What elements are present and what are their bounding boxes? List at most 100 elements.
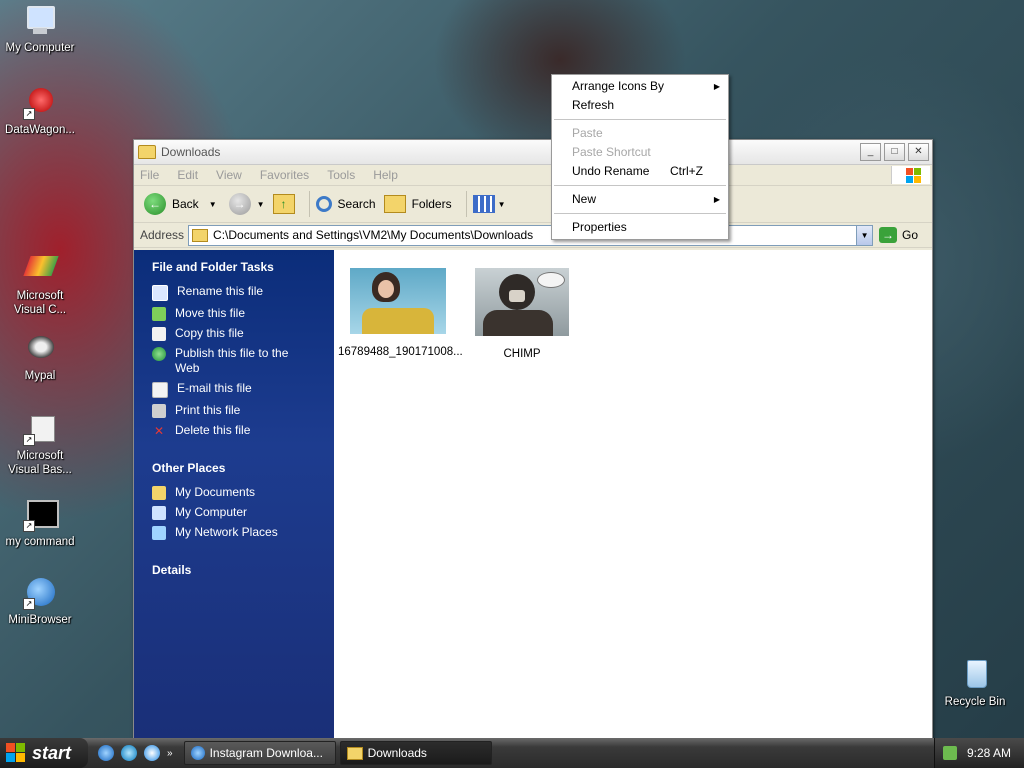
menu-item-label: Undo Rename [572, 164, 650, 178]
start-button[interactable]: start [0, 738, 88, 768]
menu-separator [554, 185, 726, 186]
menu-view[interactable]: View [216, 168, 242, 182]
maximize-button[interactable]: □ [884, 143, 905, 161]
up-folder-button[interactable]: ↑ [272, 194, 295, 214]
menu-help[interactable]: Help [373, 168, 398, 182]
image-thumbnail [350, 268, 446, 334]
task-publish-web[interactable]: Publish this file to the Web [134, 346, 334, 376]
desktop-icon-label: Microsoft Visual C... [13, 290, 67, 316]
go-arrow-icon: → [879, 227, 898, 243]
minimize-button[interactable]: _ [860, 143, 881, 161]
menu-separator [554, 119, 726, 120]
task-label: Print this file [175, 403, 241, 417]
window-title: Downloads [161, 145, 221, 159]
file-item[interactable]: 16789488_190171008... [338, 268, 463, 358]
task-email-file[interactable]: E-mail this file [134, 381, 334, 398]
search-button[interactable]: Search [315, 196, 376, 212]
file-item[interactable]: CHIMP [462, 268, 582, 360]
menu-favorites[interactable]: Favorites [260, 168, 309, 182]
network-tray-icon[interactable] [943, 746, 957, 760]
chevron-down-icon[interactable]: ▼ [257, 200, 265, 209]
menu-item-properties[interactable]: Properties [552, 218, 728, 237]
title-bar[interactable]: Downloads _ □ ✕ [134, 140, 932, 165]
task-delete-file[interactable]: ✕ Delete this file [134, 423, 334, 438]
task-print-file[interactable]: Print this file [134, 403, 334, 418]
toolbar: ← Back ▼ → ▼ ↑ Search Folders ▼ [134, 186, 932, 223]
details-heading[interactable]: Details [134, 563, 334, 577]
internet-explorer-icon[interactable] [98, 745, 114, 761]
shortcut-arrow-icon: ↗ [23, 520, 35, 532]
taskbar-item-label: Instagram Downloa... [209, 746, 323, 760]
desktop-icon-recycle-bin[interactable]: Recycle Bin [935, 658, 1015, 709]
desktop-icon-my-command[interactable]: ↗ my command [0, 498, 80, 549]
menu-item-undo-rename[interactable]: Undo Rename Ctrl+Z [552, 162, 728, 181]
visual-cpp-icon [23, 252, 59, 286]
place-my-network-places[interactable]: My Network Places [134, 525, 334, 540]
desktop-icon-minibrowser[interactable]: ↗ MiniBrowser [0, 576, 80, 627]
forward-arrow-icon: → [228, 193, 251, 215]
start-label: start [32, 742, 72, 763]
shortcut-arrow-icon: ↗ [23, 598, 35, 610]
menu-item-new[interactable]: New ▶ [552, 190, 728, 209]
back-button[interactable]: ← Back ▼ [144, 193, 217, 215]
taskbar-item-downloads[interactable]: Downloads [339, 741, 492, 765]
task-copy-file[interactable]: Copy this file [134, 326, 334, 341]
search-icon [315, 196, 332, 212]
task-label: Delete this file [175, 423, 251, 437]
folder-icon [346, 746, 363, 760]
my-documents-icon [152, 486, 166, 500]
forward-button[interactable]: → ▼ [228, 193, 265, 215]
task-move-file[interactable]: Move this file [134, 306, 334, 321]
file-list[interactable]: 16789488_190171008... CHIMP [334, 250, 932, 738]
menu-item-arrange-icons-by[interactable]: Arrange Icons By ▶ [552, 77, 728, 96]
task-label: Publish this file to the Web [175, 346, 289, 375]
submenu-arrow-icon: ▶ [713, 195, 720, 204]
task-rename-file[interactable]: Rename this file [134, 284, 334, 301]
menu-item-refresh[interactable]: Refresh [552, 96, 728, 115]
ie-alt-icon[interactable] [121, 745, 137, 761]
place-label: My Computer [175, 505, 248, 519]
toolbar-separator [308, 191, 310, 217]
menu-bar: File Edit View Favorites Tools Help [134, 165, 932, 186]
email-icon [152, 382, 168, 398]
globe-icon [152, 347, 166, 361]
folders-label: Folders [411, 197, 452, 211]
menu-tools[interactable]: Tools [327, 168, 355, 182]
menu-item-paste-shortcut: Paste Shortcut [552, 143, 728, 162]
mypal-icon [23, 332, 57, 366]
taskbar-item-instagram-downloader[interactable]: Instagram Downloa... [183, 741, 336, 765]
close-button[interactable]: ✕ [908, 143, 929, 161]
desktop-icon-visual-basic[interactable]: ↗ Microsoft Visual Bas... [0, 412, 80, 477]
shortcut-arrow-icon: ↗ [23, 108, 35, 120]
folders-button[interactable]: Folders [383, 195, 452, 213]
desktop-icon-my-computer[interactable]: My Computer [0, 4, 80, 55]
views-button[interactable]: ▼ [472, 195, 506, 213]
desktop-icon-mypal[interactable]: Mypal [0, 332, 80, 383]
media-player-icon[interactable] [144, 745, 160, 761]
task-label: Copy this file [175, 326, 244, 340]
quick-launch-more-icon[interactable]: » [167, 748, 173, 759]
place-my-computer[interactable]: My Computer [134, 505, 334, 520]
task-label: Move this file [175, 306, 246, 320]
menu-separator [554, 213, 726, 214]
go-label: Go [902, 228, 919, 242]
desktop-icon-label: Recycle Bin [944, 696, 1006, 708]
folders-icon [383, 195, 406, 213]
menu-file[interactable]: File [140, 168, 159, 182]
desktop-icon-visual-c[interactable]: Microsoft Visual C... [0, 252, 80, 317]
file-tasks-heading[interactable]: File and Folder Tasks [134, 260, 334, 274]
other-places-heading[interactable]: Other Places [134, 461, 334, 475]
place-my-documents[interactable]: My Documents [134, 485, 334, 500]
address-dropdown-button[interactable]: ▼ [856, 225, 873, 245]
task-label: Rename this file [177, 284, 264, 298]
desktop-icon-datawagon[interactable]: ↗ DataWagon... [0, 86, 80, 137]
clock[interactable]: 9:28 AM [967, 746, 1011, 760]
desktop-icon-label: DataWagon... [5, 124, 75, 136]
menu-edit[interactable]: Edit [177, 168, 198, 182]
go-button[interactable]: → Go [879, 227, 918, 243]
network-places-icon [152, 526, 166, 540]
chevron-down-icon[interactable]: ▼ [209, 200, 217, 209]
address-input[interactable]: C:\Documents and Settings\VM2\My Documen… [188, 224, 874, 246]
quick-launch: » [98, 745, 180, 761]
move-icon [152, 307, 166, 321]
